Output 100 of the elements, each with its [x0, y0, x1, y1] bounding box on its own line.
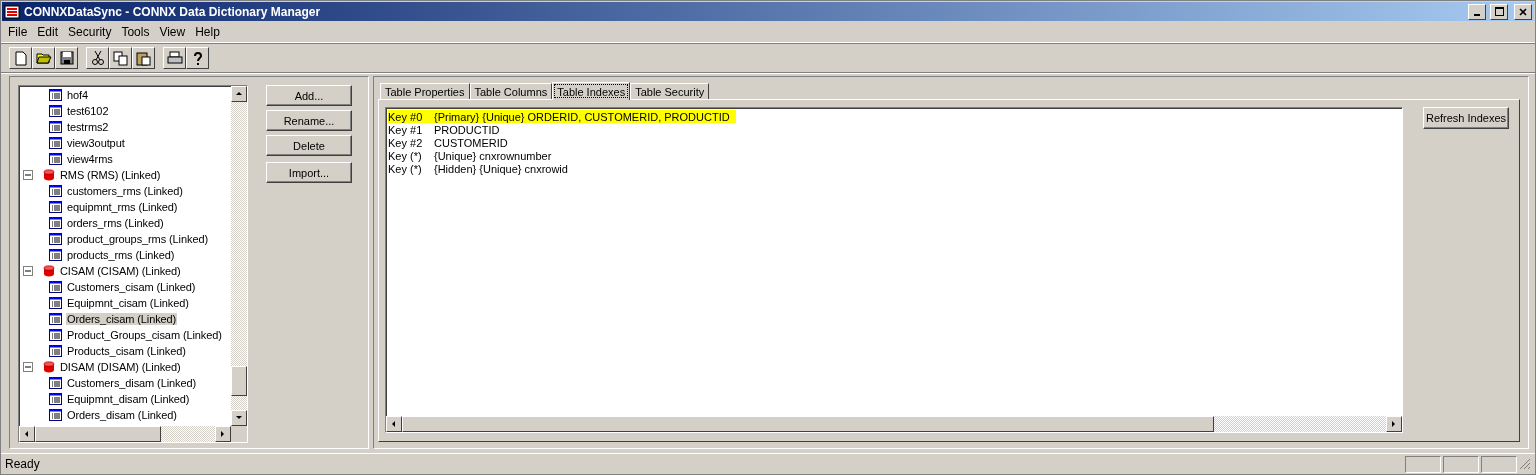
close-button[interactable]	[1514, 3, 1532, 20]
tree-item[interactable]: Equipmnt_disam (Linked)	[66, 393, 191, 405]
tree-item[interactable]: Customers_cisam (Linked)	[66, 281, 197, 293]
scissors-icon[interactable]	[86, 47, 109, 69]
table-icon	[49, 137, 62, 149]
scroll-down-button[interactable]	[231, 410, 247, 426]
scrollbar-corner	[231, 426, 247, 442]
scrollbar-thumb[interactable]	[231, 366, 247, 396]
tab[interactable]: Table Indexes	[552, 82, 631, 100]
app-icon	[4, 4, 20, 19]
table-icon	[49, 409, 62, 421]
table-icon	[49, 345, 62, 357]
tree-item[interactable]: Equipmnt_cisam (Linked)	[66, 297, 190, 309]
menu-item[interactable]: Help	[190, 25, 225, 39]
copy-icon[interactable]	[109, 47, 132, 69]
collapse-icon[interactable]	[23, 170, 33, 180]
tree-item[interactable]: Customers_disam (Linked)	[66, 377, 198, 389]
tree-item[interactable]: hof4	[66, 89, 89, 101]
tree-item[interactable]: RMS (RMS) (Linked)	[59, 169, 162, 181]
tree-item[interactable]: view3output	[66, 137, 126, 149]
table-icon	[49, 313, 62, 325]
table-icon	[49, 281, 62, 293]
scroll-right-icon	[1390, 420, 1398, 428]
menu-item[interactable]: Security	[63, 25, 117, 39]
refresh-button[interactable]: Refresh Indexes	[1423, 107, 1509, 129]
database-icon	[43, 265, 55, 277]
scroll-down-icon	[235, 414, 243, 422]
index-row[interactable]: Key #1 PRODUCTID	[388, 123, 1400, 136]
clipboard-icon[interactable]	[132, 47, 155, 69]
index-row[interactable]: Key #0 {Primary} {Unique} ORDERID, CUSTOMERID, PRODUCTID	[388, 110, 736, 123]
database-icon	[43, 361, 55, 373]
vertical-scrollbar[interactable]	[231, 86, 247, 426]
action-button[interactable]: Rename...	[266, 110, 352, 131]
tree-item[interactable]: customers_rms (Linked)	[66, 185, 184, 197]
action-button[interactable]: Delete	[266, 135, 352, 156]
index-row[interactable]: Key (*) {Hidden} {Unique} cnxrowid	[388, 162, 1400, 175]
index-row[interactable]: Key #2 CUSTOMERID	[388, 136, 1400, 149]
table-icon	[49, 249, 62, 261]
tab[interactable]: Table Properties	[380, 83, 470, 99]
table-icon	[49, 393, 62, 405]
tree-item[interactable]: Product_Groups_cisam (Linked)	[66, 329, 223, 341]
scroll-right-icon	[219, 430, 227, 438]
minimize-button[interactable]	[1468, 3, 1486, 20]
table-icon	[49, 105, 62, 117]
scroll-up-button[interactable]	[231, 86, 247, 102]
table-icon	[49, 217, 62, 229]
table-icon	[49, 201, 62, 213]
table-icon	[49, 377, 62, 389]
tree-item[interactable]: view4rms	[66, 153, 114, 165]
scrollbar-thumb[interactable]	[35, 426, 161, 442]
collapse-icon[interactable]	[23, 266, 33, 276]
tree-item[interactable]: Orders_cisam (Linked)	[66, 313, 178, 325]
table-icon	[49, 153, 62, 165]
menu-item[interactable]: Tools	[116, 25, 155, 39]
new-file-icon[interactable]	[9, 47, 32, 69]
scroll-left-icon	[390, 420, 398, 428]
table-icon	[49, 185, 62, 197]
tab[interactable]: Table Security	[630, 83, 710, 99]
help-icon[interactable]	[186, 47, 209, 69]
tree-item[interactable]: CISAM (CISAM) (Linked)	[59, 265, 182, 277]
folder-icon[interactable]	[32, 47, 55, 69]
collapse-icon[interactable]	[23, 362, 33, 372]
tree-item[interactable]: testrms2	[66, 121, 110, 133]
tree-item[interactable]: DISAM (DISAM) (Linked)	[59, 361, 182, 373]
menu-item[interactable]: File	[3, 25, 33, 39]
action-button[interactable]: Import...	[266, 162, 352, 183]
tree-item[interactable]: Products_cisam (Linked)	[66, 345, 187, 357]
resize-grip-icon	[1519, 458, 1531, 470]
tree-item[interactable]: test6102	[66, 105, 110, 117]
horizontal-scrollbar[interactable]	[19, 426, 231, 442]
menu-item[interactable]: View	[154, 25, 191, 39]
scroll-left-button[interactable]	[386, 416, 402, 432]
database-icon	[43, 169, 55, 181]
minimize-icon	[1474, 13, 1480, 16]
table-icon	[49, 233, 62, 245]
close-icon	[1519, 7, 1527, 16]
tree-item[interactable]: equipmnt_rms (Linked)	[66, 201, 179, 213]
tree-item[interactable]: product_groups_rms (Linked)	[66, 233, 209, 245]
maximize-button[interactable]	[1490, 3, 1508, 20]
horizontal-scrollbar[interactable]	[386, 416, 1402, 432]
table-icon	[49, 329, 62, 341]
tab[interactable]: Table Columns	[469, 83, 553, 99]
status-text: Ready	[5, 457, 41, 471]
tree-item[interactable]: orders_rms (Linked)	[66, 217, 165, 229]
table-icon	[49, 121, 62, 133]
scroll-right-button[interactable]	[1386, 416, 1402, 432]
menu-item[interactable]: Edit	[32, 25, 64, 39]
window-title: CONNXDataSync - CONNX Data Dictionary Manager	[24, 4, 322, 19]
index-row[interactable]: Key (*) {Unique} cnxrownumber	[388, 149, 1400, 162]
scroll-left-button[interactable]	[19, 426, 35, 442]
tree-item[interactable]: products_rms (Linked)	[66, 249, 176, 261]
scroll-right-button[interactable]	[215, 426, 231, 442]
tree-item[interactable]: Orders_disam (Linked)	[66, 409, 178, 421]
action-button[interactable]: Add...	[266, 85, 352, 106]
scrollbar-thumb[interactable]	[402, 416, 1214, 432]
table-icon	[49, 89, 62, 101]
scroll-up-icon	[235, 90, 243, 98]
printer-icon[interactable]	[163, 47, 186, 69]
table-icon	[49, 297, 62, 309]
maximize-icon	[1494, 7, 1504, 16]
